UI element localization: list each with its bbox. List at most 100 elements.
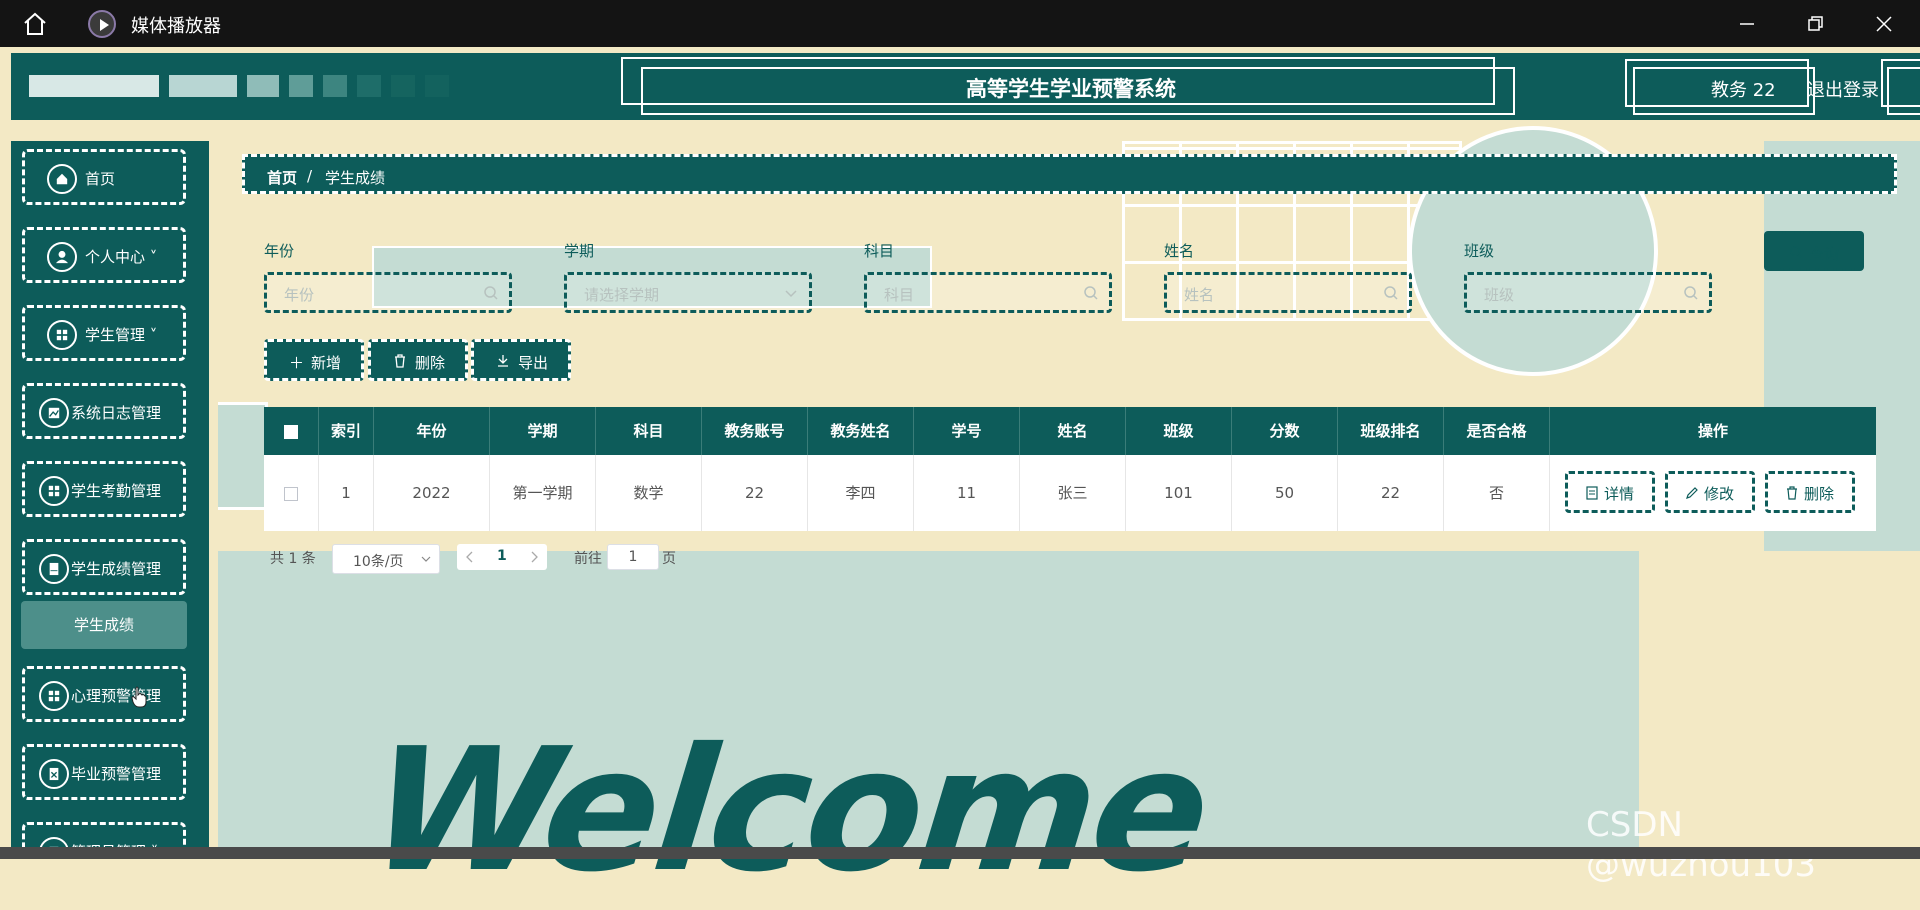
sidebar-item-label: 首页 xyxy=(85,170,116,188)
breadcrumb-current: 学生成绩 xyxy=(325,169,386,187)
page-title: 高等学生学业预警系统 xyxy=(966,77,1176,101)
sidebar-item-system-log[interactable]: 系统日志管理 xyxy=(22,383,186,439)
trash-icon xyxy=(395,354,405,368)
home-icon[interactable] xyxy=(22,11,48,37)
table-header: 索引 年份 学期 科目 教务账号 教务姓名 学号 姓名 班级 分数 班级排名 是… xyxy=(264,407,1876,455)
filter-label-year: 年份 xyxy=(264,242,295,260)
home-icon xyxy=(47,164,77,194)
column-header: 年份 xyxy=(374,407,490,455)
media-player-app-icon xyxy=(88,10,116,38)
delete-button-label: 删除 xyxy=(415,354,446,372)
sidebar-item-home[interactable]: 首页 xyxy=(22,149,186,205)
window-titlebar: 媒体播放器 xyxy=(0,0,1920,47)
watermark: CSDN @wuzhou103 xyxy=(1586,805,1816,885)
goto-label: 前往 xyxy=(574,551,602,567)
taskbar-strip xyxy=(0,847,1920,859)
column-header: 班级 xyxy=(1126,407,1232,455)
header-decoration xyxy=(323,75,347,97)
year-input[interactable]: 年份 xyxy=(264,272,512,313)
page-suffix: 页 xyxy=(662,551,676,567)
table-cell: 1 xyxy=(319,455,374,531)
edit-icon xyxy=(1686,487,1698,499)
column-header: 教务账号 xyxy=(702,407,808,455)
close-button[interactable] xyxy=(1870,10,1898,38)
subject-input[interactable]: 科目 xyxy=(864,272,1112,313)
sidebar-item-label: 系统日志管理 xyxy=(71,404,162,422)
download-icon xyxy=(498,355,508,367)
current-page-number[interactable]: 1 xyxy=(497,548,507,564)
table-cell: 22 xyxy=(1338,455,1444,531)
table-cell: 11 xyxy=(914,455,1020,531)
export-button[interactable]: 导出 xyxy=(471,339,571,381)
table-cell: 张三 xyxy=(1020,455,1126,531)
welcome-background-text: Welcome xyxy=(361,712,1215,910)
sidebar-item-personal-center[interactable]: 个人中心 ˅ xyxy=(22,227,186,283)
query-button-label: 查询 xyxy=(1809,245,1840,263)
name-input[interactable]: 姓名 xyxy=(1164,272,1412,313)
column-header: 索引 xyxy=(319,407,374,455)
column-header: 科目 xyxy=(596,407,702,455)
chevron-left-icon[interactable] xyxy=(465,551,475,563)
header-decoration xyxy=(425,75,449,97)
page-size-value: 10条/页 xyxy=(353,554,404,570)
sidebar-item-label: 个人中心 ˅ xyxy=(85,248,158,266)
header-decoration xyxy=(357,75,381,97)
table-cell: 22 xyxy=(702,455,808,531)
column-header: 是否合格 xyxy=(1444,407,1550,455)
column-header: 班级排名 xyxy=(1338,407,1444,455)
grades-table: 索引 年份 学期 科目 教务账号 教务姓名 学号 姓名 班级 分数 班级排名 是… xyxy=(264,407,1876,531)
select-all-checkbox[interactable] xyxy=(284,424,298,439)
semester-placeholder: 请选择学期 xyxy=(584,286,660,304)
column-header: 分数 xyxy=(1232,407,1338,455)
detail-button[interactable]: 详情 xyxy=(1565,471,1655,513)
column-header: 学号 xyxy=(914,407,1020,455)
chevron-right-icon[interactable] xyxy=(529,551,539,563)
semester-select[interactable]: 请选择学期 xyxy=(564,272,812,313)
sidebar-item-grade-management[interactable]: 学生成绩管理 xyxy=(22,539,186,595)
breadcrumb-separator: / xyxy=(307,167,313,185)
table-cell: 第一学期 xyxy=(490,455,596,531)
year-placeholder: 年份 xyxy=(284,286,315,304)
panel-decoration xyxy=(218,402,268,510)
sidebar-item-attendance[interactable]: 学生考勤管理 xyxy=(22,461,186,517)
sidebar-item-label: 学生考勤管理 xyxy=(71,482,162,500)
row-delete-button[interactable]: 删除 xyxy=(1765,471,1855,513)
sidebar-item-label: 毕业预警管理 xyxy=(71,765,162,783)
column-header: 教务姓名 xyxy=(808,407,914,455)
row-delete-button-label: 删除 xyxy=(1804,485,1835,503)
table-cell: 101 xyxy=(1126,455,1232,531)
hand-cursor-icon xyxy=(131,686,147,708)
header-decoration xyxy=(289,75,313,97)
breadcrumb-home[interactable]: 首页 xyxy=(267,167,297,188)
current-user: 教务 22 xyxy=(1711,80,1776,101)
sidebar-item-label: 心理预警管理 xyxy=(71,687,162,705)
header-decoration xyxy=(247,75,279,97)
logout-link[interactable]: 退出登录 xyxy=(1807,76,1879,102)
column-header: 学期 xyxy=(490,407,596,455)
filter-label-subject: 科目 xyxy=(864,242,895,260)
grid-icon xyxy=(39,476,69,506)
grid-icon xyxy=(47,320,77,350)
sidebar-item-psych-warning[interactable]: 心理预警管理 xyxy=(22,666,186,722)
page-size-select[interactable]: 10条/页 xyxy=(332,544,440,574)
sidebar-subitem-grades[interactable]: 学生成绩 xyxy=(21,601,187,649)
edit-button[interactable]: 修改 xyxy=(1665,471,1755,513)
clipboard-icon xyxy=(39,759,69,789)
sidebar-item-student-management[interactable]: 学生管理 ˅ xyxy=(22,305,186,361)
filter-label-name: 姓名 xyxy=(1164,242,1195,260)
row-checkbox[interactable] xyxy=(284,486,298,501)
goto-page-input[interactable]: 1 xyxy=(607,544,659,570)
delete-button[interactable]: 删除 xyxy=(368,339,468,381)
minimize-button[interactable] xyxy=(1733,10,1761,38)
export-button-label: 导出 xyxy=(518,354,549,372)
add-button[interactable]: ＋ 新增 xyxy=(264,339,364,381)
table-cell: 否 xyxy=(1444,455,1550,531)
sidebar-item-graduation-warning[interactable]: 毕业预警管理 xyxy=(22,744,186,800)
search-icon xyxy=(1384,286,1398,300)
plus-icon: ＋ xyxy=(289,354,305,372)
restore-button[interactable] xyxy=(1801,10,1829,38)
query-button[interactable]: 查询 xyxy=(1764,231,1864,271)
filter-label-class: 班级 xyxy=(1464,242,1495,260)
pagination-total: 共 1 条 xyxy=(270,551,316,567)
class-input[interactable]: 班级 xyxy=(1464,272,1712,313)
